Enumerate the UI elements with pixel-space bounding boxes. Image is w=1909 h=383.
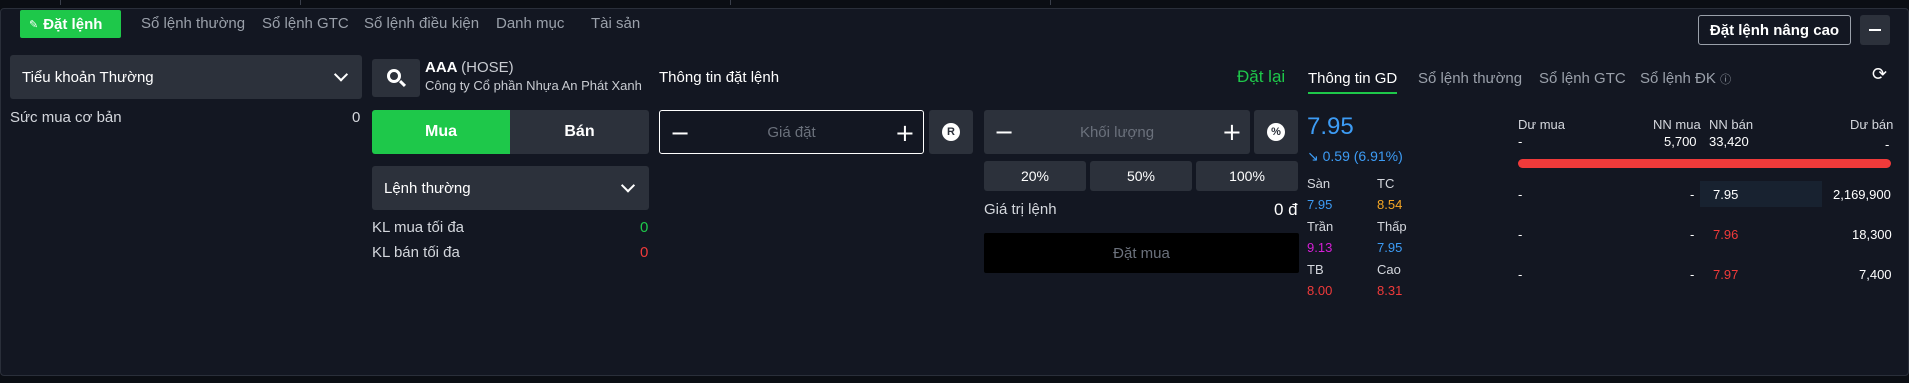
price-change: ↘ 0.59 (6.91%)	[1307, 148, 1403, 164]
foreign-buy-header: NN mua	[1653, 117, 1701, 132]
bid-volume-cell: -	[1518, 267, 1523, 282]
floor-value: 7.95	[1307, 197, 1333, 212]
buy-toggle[interactable]: Mua	[372, 110, 510, 154]
minus-icon[interactable]: −	[670, 119, 690, 147]
tab-place-order[interactable]: ✎ Đặt lệnh	[20, 10, 121, 38]
info-icon: ⓘ	[1720, 74, 1732, 86]
ask-price-cell[interactable]: 7.96	[1713, 227, 1738, 242]
bid-volume-cell: -	[1518, 227, 1523, 242]
tab-info-gtc-orders[interactable]: Sổ lệnh GTC	[1539, 70, 1626, 87]
ref-label: TC	[1377, 176, 1395, 191]
divider	[1050, 0, 1051, 5]
max-sell-value: 0	[640, 244, 649, 261]
high-label: Cao	[1377, 262, 1401, 277]
tab-gtc-orders[interactable]: Sổ lệnh GTC	[262, 15, 349, 32]
plus-icon[interactable]: +	[895, 119, 915, 147]
refresh-icon[interactable]: ⟳	[1872, 64, 1887, 85]
max-buy-value: 0	[640, 219, 649, 236]
place-buy-button[interactable]: Đặt mua	[984, 233, 1299, 273]
percent-20-button[interactable]: 20%	[984, 161, 1086, 191]
minus-icon[interactable]: −	[994, 118, 1014, 146]
bid-price-cell: -	[1690, 227, 1695, 242]
cart-icon: ✎	[29, 18, 39, 31]
ceiling-label: Trần	[1307, 219, 1334, 234]
chevron-down-icon	[620, 178, 636, 193]
average-label: TB	[1307, 262, 1324, 277]
minus-icon	[1869, 29, 1881, 31]
order-value: 0 đ	[1274, 200, 1298, 219]
search-button[interactable]	[372, 59, 420, 97]
max-buy-label: KL mua tối đa	[372, 219, 464, 236]
order-info-title: Thông tin đặt lệnh	[659, 69, 780, 86]
ask-volume-header: Dư bán	[1850, 117, 1894, 132]
buy-sell-ratio-bar	[1518, 159, 1891, 168]
ask-price-cell[interactable]: 7.95	[1713, 187, 1738, 202]
stock-symbol: AAA (HOSE)	[425, 59, 514, 76]
current-price: 7.95	[1307, 113, 1354, 140]
volume-percent-button[interactable]: %	[1254, 110, 1298, 154]
divider	[60, 0, 61, 5]
divider	[300, 0, 301, 5]
bid-volume-header: Dư mua	[1518, 117, 1565, 132]
floor-label: Sàn	[1307, 176, 1331, 191]
low-label: Thấp	[1377, 219, 1407, 234]
active-tab-indicator	[1308, 92, 1397, 94]
buying-power-label: Sức mua cơ bản	[10, 109, 122, 126]
advanced-order-button[interactable]: Đặt lệnh nâng cao	[1698, 15, 1851, 45]
bid-volume-summary: -	[1518, 134, 1523, 149]
average-value: 8.00	[1307, 283, 1333, 298]
foreign-sell-value: 33,420	[1709, 134, 1749, 149]
reset-button[interactable]: Đặt lại	[1237, 67, 1285, 87]
tab-info-normal-orders[interactable]: Sổ lệnh thường	[1418, 70, 1522, 87]
tab-trade-info[interactable]: Thông tin GD	[1308, 70, 1397, 87]
sell-toggle[interactable]: Bán	[510, 110, 649, 154]
price-preset-button[interactable]: R	[929, 110, 973, 154]
bid-price-cell: -	[1690, 187, 1695, 202]
ask-volume-cell: 2,169,900	[1833, 187, 1891, 202]
divider	[730, 0, 731, 5]
tab-conditional-orders[interactable]: Sổ lệnh điều kiện	[364, 15, 479, 32]
foreign-sell-header: NN bán	[1709, 117, 1754, 132]
volume-input[interactable]: − Khối lượng +	[984, 110, 1250, 154]
price-input[interactable]: − Giá đặt +	[659, 110, 924, 154]
ceiling-value: 9.13	[1307, 240, 1333, 255]
order-type-select[interactable]: Lệnh thường	[372, 166, 649, 210]
company-name: Công ty Cổ phần Nhựa An Phát Xanh	[425, 78, 642, 93]
tab-info-conditional-orders[interactable]: Sổ lệnh ĐK ⓘ	[1640, 70, 1731, 87]
subaccount-select[interactable]: Tiểu khoản Thường	[10, 55, 362, 99]
tab-assets[interactable]: Tài sản	[591, 15, 640, 32]
percent-100-button[interactable]: 100%	[1196, 161, 1298, 191]
ask-volume-cell: 7,400	[1859, 267, 1892, 282]
buying-power-value: 0	[352, 109, 361, 126]
ask-volume-cell: 18,300	[1852, 227, 1892, 242]
bid-price-cell: -	[1690, 267, 1695, 282]
ask-volume-summary: -	[1885, 137, 1890, 152]
bid-volume-cell: -	[1518, 187, 1523, 202]
tab-portfolio[interactable]: Danh mục	[496, 15, 564, 32]
percent-50-button[interactable]: 50%	[1090, 161, 1192, 191]
tab-normal-orders[interactable]: Sổ lệnh thường	[141, 15, 245, 32]
plus-icon[interactable]: +	[1222, 118, 1242, 146]
high-value: 8.31	[1377, 283, 1403, 298]
foreign-buy-value: 5,700	[1664, 134, 1697, 149]
chevron-down-icon	[333, 67, 349, 82]
ref-value: 8.54	[1377, 197, 1403, 212]
ask-price-cell[interactable]: 7.97	[1713, 267, 1738, 282]
order-value-label: Giá trị lệnh	[984, 201, 1057, 218]
minimize-button[interactable]	[1860, 15, 1890, 45]
low-value: 7.95	[1377, 240, 1403, 255]
max-sell-label: KL bán tối đa	[372, 244, 460, 261]
